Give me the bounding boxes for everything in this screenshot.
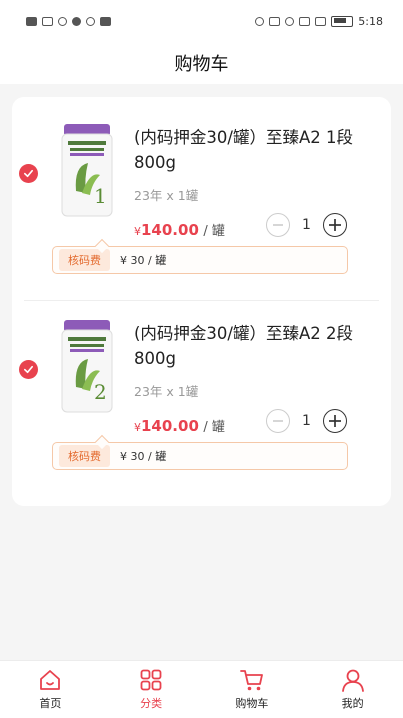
cart-item: 2 (内码押金30/罐）至臻A2 2段 800g 23年 x 1罐 ¥140.0… — [12, 301, 391, 497]
minus-icon — [273, 224, 283, 226]
stage-number: 1 — [94, 184, 107, 208]
fee-tag: 核码费 — [59, 445, 110, 467]
vibrate-icon — [315, 16, 327, 26]
page-title: 购物车 — [174, 54, 229, 75]
product-image[interactable]: 1 — [56, 121, 118, 219]
signal-icon — [42, 16, 53, 26]
price-unit: / 罐 — [203, 420, 225, 435]
item-title[interactable]: (内码押金30/罐）至臻A2 1段 800g — [134, 125, 379, 175]
mail-icon — [100, 16, 111, 26]
tab-category[interactable]: 分类 — [101, 661, 202, 718]
verification-fee-box: 核码费 ¥ 30 / 罐 — [52, 442, 348, 470]
wifi-icon — [58, 16, 67, 26]
bottom-tab-bar: 首页 分类 购物车 我的 — [0, 660, 403, 718]
tab-label: 购物车 — [235, 697, 269, 710]
stage-number: 2 — [94, 380, 107, 404]
tab-home[interactable]: 首页 — [0, 661, 101, 718]
cart-item: 1 (内码押金30/罐）至臻A2 1段 800g 23年 x 1罐 ¥140.0… — [12, 105, 391, 301]
plus-icon — [329, 415, 341, 427]
chat-icon — [72, 16, 81, 26]
tab-label: 首页 — [39, 697, 62, 710]
home-icon — [40, 670, 61, 690]
quantity-stepper: 1 — [266, 409, 347, 433]
plus-icon — [329, 219, 341, 231]
quantity-value: 1 — [302, 217, 311, 233]
currency-symbol: ¥ — [134, 421, 141, 434]
fee-tag: 核码费 — [59, 249, 110, 271]
battery-icon — [331, 15, 354, 27]
item-checkbox[interactable] — [19, 360, 38, 379]
bluetooth-icon — [299, 16, 311, 26]
item-spec: 23年 x 1罐 — [134, 188, 199, 203]
tab-cart[interactable]: 购物车 — [202, 661, 303, 718]
verification-fee-box: 核码费 ¥ 30 / 罐 — [52, 246, 348, 274]
decrease-button[interactable] — [266, 213, 290, 237]
quantity-stepper: 1 — [266, 213, 347, 237]
grid-icon — [140, 669, 162, 691]
checkmark-icon — [24, 365, 33, 374]
price-amount: 140.00 — [141, 221, 199, 239]
eye-icon — [255, 16, 265, 26]
user-icon — [341, 669, 364, 692]
item-spec: 23年 x 1罐 — [134, 384, 199, 399]
tab-profile[interactable]: 我的 — [302, 661, 403, 718]
fee-amount: ¥ 30 / 罐 — [120, 254, 167, 267]
item-price: ¥140.00 / 罐 — [134, 220, 225, 239]
tab-label: 我的 — [341, 697, 364, 710]
item-price: ¥140.00 / 罐 — [134, 416, 225, 435]
item-title[interactable]: (内码押金30/罐）至臻A2 2段 800g — [134, 321, 379, 371]
tab-label: 分类 — [140, 697, 163, 710]
checkmark-icon — [24, 169, 33, 178]
minus-icon — [273, 420, 283, 422]
fee-amount: ¥ 30 / 罐 — [120, 450, 167, 463]
price-amount: 140.00 — [141, 417, 199, 435]
status-left-icons — [26, 16, 111, 26]
status-bar: 5:18 — [0, 0, 403, 42]
cart-list: 1 (内码押金30/罐）至臻A2 1段 800g 23年 x 1罐 ¥140.0… — [12, 97, 391, 506]
status-time: 5:18 — [358, 14, 383, 28]
decrease-button[interactable] — [266, 409, 290, 433]
cart-icon — [239, 670, 263, 691]
item-checkbox[interactable] — [19, 164, 38, 183]
increase-button[interactable] — [323, 213, 347, 237]
price-unit: / 罐 — [203, 224, 225, 239]
page-header: 购物车 — [0, 42, 403, 84]
quantity-value: 1 — [302, 413, 311, 429]
nfc-icon — [269, 16, 281, 26]
alarm-icon — [285, 16, 295, 26]
currency-symbol: ¥ — [134, 225, 141, 238]
target-icon — [86, 16, 95, 26]
status-right-icons: 5:18 — [255, 15, 383, 28]
product-image[interactable]: 2 — [56, 317, 118, 415]
increase-button[interactable] — [323, 409, 347, 433]
hd-icon — [26, 16, 37, 26]
